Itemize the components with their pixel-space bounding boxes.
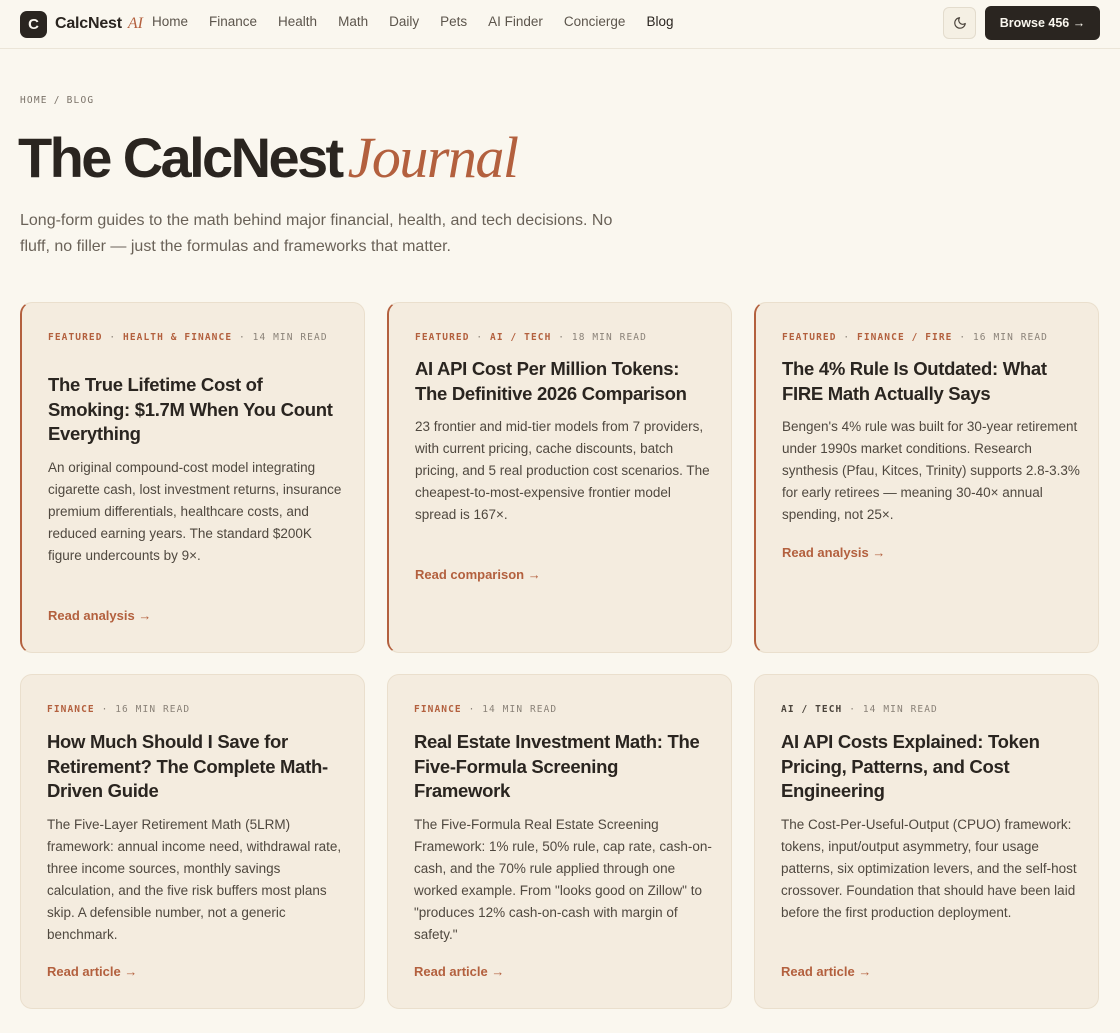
nav-math[interactable]: Math: [338, 14, 368, 29]
browse-button[interactable]: Browse 456 →: [985, 6, 1100, 40]
card-title[interactable]: AI API Costs Explained: Token Pricing, P…: [781, 730, 1080, 804]
card-title[interactable]: AI API Cost Per Million Tokens: The Defi…: [415, 357, 713, 406]
read-more-link[interactable]: Read article →: [414, 964, 504, 979]
category-tag: HEALTH & FINANCE: [123, 332, 233, 343]
read-time: 18 MIN READ: [571, 332, 647, 343]
card-summary: Bengen's 4% rule was built for 30-year r…: [782, 419, 1080, 522]
card-summary: An original compound-cost model integrat…: [48, 460, 342, 563]
breadcrumb-current: BLOG: [66, 95, 95, 106]
read-time: 14 MIN READ: [862, 704, 938, 715]
card-summary: The Five-Formula Real Estate Screening F…: [414, 817, 712, 942]
card-title[interactable]: The True Lifetime Cost of Smoking: $1.7M…: [48, 373, 346, 447]
page-title: The CalcNest Journal: [18, 124, 519, 192]
category-tag: AI / TECH: [781, 704, 843, 715]
card-meta: FEATURED · HEALTH & FINANCE · 14 MIN REA…: [48, 332, 328, 343]
nav-daily[interactable]: Daily: [389, 14, 419, 29]
article-card[interactable]: FEATURED · HEALTH & FINANCE · 14 MIN REA…: [20, 302, 365, 653]
featured-tag: FEATURED: [48, 332, 103, 343]
read-more-link[interactable]: Read analysis →: [782, 545, 885, 560]
card-meta: FINANCE · 16 MIN READ: [47, 704, 191, 715]
moon-icon: [953, 17, 966, 29]
title-script: Journal: [347, 125, 519, 190]
article-card[interactable]: FEATURED · AI / TECH · 18 MIN READ AI AP…: [387, 302, 732, 653]
logo-link[interactable]: C CalcNest AI: [20, 10, 143, 38]
breadcrumb: HOME / BLOG: [20, 95, 94, 106]
card-summary: 23 frontier and mid-tier models from 7 p…: [415, 419, 710, 522]
nav-home[interactable]: Home: [152, 14, 188, 29]
site-header: C CalcNest AI Home Finance Health Math D…: [0, 0, 1120, 49]
read-time: 14 MIN READ: [252, 332, 328, 343]
nav-concierge[interactable]: Concierge: [564, 14, 626, 29]
article-card[interactable]: FEATURED · FINANCE / FIRE · 16 MIN READ …: [754, 302, 1099, 653]
card-title[interactable]: How Much Should I Save for Retirement? T…: [47, 730, 346, 804]
read-more-link[interactable]: Read analysis →: [48, 608, 151, 623]
page-lede: Long-form guides to the math behind majo…: [20, 212, 613, 255]
category-tag: FINANCE / FIRE: [857, 332, 953, 343]
nav-finance[interactable]: Finance: [209, 14, 257, 29]
logo-mark: C: [20, 10, 47, 38]
read-more-link[interactable]: Read comparison →: [415, 567, 541, 582]
featured-tag: FEATURED: [415, 332, 470, 343]
breadcrumb-separator: /: [53, 95, 61, 106]
card-meta: FINANCE · 14 MIN READ: [414, 704, 558, 715]
nav-health[interactable]: Health: [278, 14, 317, 29]
card-meta: FEATURED · FINANCE / FIRE · 16 MIN READ: [782, 332, 1048, 343]
nav-ai-finder[interactable]: AI Finder: [488, 14, 543, 29]
card-summary: The Five-Layer Retirement Math (5LRM) fr…: [47, 817, 342, 942]
card-title[interactable]: The 4% Rule Is Outdated: What FIRE Math …: [782, 357, 1080, 406]
article-card[interactable]: AI / TECH · 14 MIN READ AI API Costs Exp…: [754, 674, 1099, 1009]
card-summary: The Cost-Per-Useful-Output (CPUO) framew…: [781, 817, 1077, 920]
brand-ai-mark: AI: [127, 15, 143, 32]
nav-pets[interactable]: Pets: [440, 14, 467, 29]
read-time: 16 MIN READ: [115, 704, 191, 715]
article-card[interactable]: FINANCE · 14 MIN READ Real Estate Invest…: [387, 674, 732, 1009]
breadcrumb-home[interactable]: HOME: [20, 95, 48, 106]
read-more-link[interactable]: Read article →: [781, 964, 871, 979]
featured-tag: FEATURED: [782, 332, 837, 343]
article-card[interactable]: FINANCE · 16 MIN READ How Much Should I …: [20, 674, 365, 1009]
brand-name: CalcNest: [55, 15, 122, 32]
read-more-link[interactable]: Read article →: [47, 964, 137, 979]
nav-blog[interactable]: Blog: [646, 14, 673, 29]
read-time: 16 MIN READ: [972, 332, 1048, 343]
card-title[interactable]: Real Estate Investment Math: The Five-Fo…: [414, 730, 713, 804]
category-tag: AI / TECH: [490, 332, 552, 343]
title-main: The CalcNest: [18, 126, 344, 189]
card-meta: AI / TECH · 14 MIN READ: [781, 704, 938, 715]
theme-toggle-button[interactable]: [943, 7, 976, 39]
category-tag: FINANCE: [47, 704, 95, 715]
category-tag: FINANCE: [414, 704, 462, 715]
main-nav: Home Finance Health Math Daily Pets AI F…: [152, 14, 694, 29]
read-time: 14 MIN READ: [482, 704, 558, 715]
card-meta: FEATURED · AI / TECH · 18 MIN READ: [415, 332, 647, 343]
